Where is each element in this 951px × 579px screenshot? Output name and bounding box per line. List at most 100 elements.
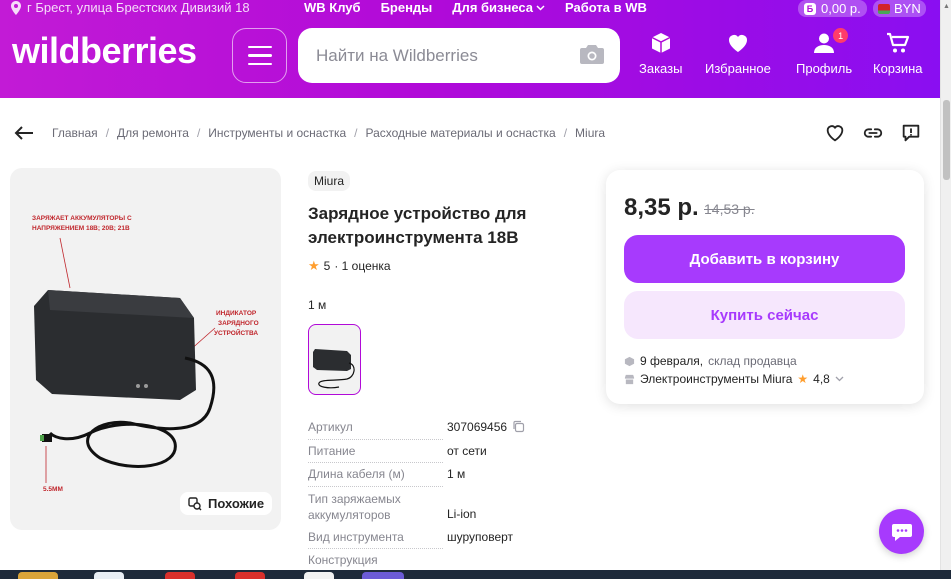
rating-value: 5	[323, 259, 331, 273]
image-caption-voltage: ЗАРЯЖАЕТ АККУМУЛЯТОРЫ С НАПРЯЖЕНИЕМ 18В;…	[32, 215, 133, 232]
chat-button[interactable]	[879, 509, 924, 554]
nav-favorites[interactable]: Избранное	[705, 31, 771, 76]
spec-dots	[308, 439, 443, 440]
variant-thumbnail-image	[313, 349, 355, 389]
spec-key: Питание	[308, 444, 447, 467]
similar-search-icon	[188, 496, 202, 510]
menu-line	[247, 62, 272, 66]
report-icon[interactable]	[900, 122, 922, 144]
nav-orders[interactable]: Заказы	[639, 31, 682, 76]
share-link-icon[interactable]	[862, 122, 884, 144]
spec-value: Li-ion	[447, 507, 477, 521]
brands-link[interactable]: Бренды	[381, 0, 433, 15]
work-link[interactable]: Работа в WB	[565, 0, 647, 15]
breadcrumb-item[interactable]: Для ремонта	[117, 126, 189, 140]
spec-row: Вид инструмента шуруповерт	[308, 530, 568, 553]
nav-cart[interactable]: Корзина	[873, 31, 923, 76]
store-icon	[624, 374, 635, 384]
seller-rating: 4,8	[813, 372, 830, 386]
taskbar-app-icon[interactable]	[304, 572, 334, 579]
taskbar-app-icon[interactable]	[235, 572, 265, 579]
delivery-info: 9 февраля, склад продавца	[624, 354, 797, 368]
scrollbar-thumb[interactable]	[943, 100, 950, 180]
location-text: г Брест, улица Брестских Дивизий 18	[27, 0, 250, 15]
copy-icon[interactable]	[512, 420, 525, 433]
brand-badge[interactable]: Miura	[308, 171, 351, 191]
delivery-source: склад продавца	[708, 354, 797, 368]
menu-button[interactable]	[232, 28, 287, 83]
wallet-balance[interactable]: Б 0,00 р.	[798, 0, 867, 17]
variant-label: 1 м	[308, 298, 327, 312]
nav-profile[interactable]: 1 Профиль	[796, 28, 853, 76]
breadcrumb-item[interactable]: Miura	[575, 126, 605, 140]
spec-row: Артикул 307069456	[308, 420, 568, 444]
breadcrumb-separator: /	[563, 126, 568, 140]
delivery-date: 9 февраля,	[640, 354, 704, 368]
taskbar-app-icon[interactable]	[18, 572, 58, 579]
menu-line	[247, 45, 272, 49]
search-input[interactable]	[316, 45, 566, 66]
image-caption-indicator: ИНДИКАТОР ЗАРЯДНОГО УСТРОЙСТВА	[214, 310, 260, 337]
old-price: 14,53 р.	[704, 201, 755, 217]
back-arrow-icon[interactable]	[14, 126, 34, 140]
camera-search-icon[interactable]	[580, 44, 604, 64]
product-gallery[interactable]: ЗАРЯЖАЕТ АККУМУЛЯТОРЫ С НАПРЯЖЕНИЕМ 18В;…	[10, 168, 281, 530]
delivery-box-icon	[624, 356, 635, 366]
spec-value: шуруповерт	[447, 530, 514, 544]
spec-value: 307069456	[447, 420, 525, 444]
scroll-up-arrow-icon[interactable]: ▲	[943, 3, 950, 10]
wallet-icon: Б	[804, 2, 816, 15]
business-link-label: Для бизнеса	[452, 0, 534, 15]
wallet-amount: 0,00 р.	[821, 1, 861, 16]
variant-thumbnail[interactable]	[308, 324, 361, 395]
nav-cart-label: Корзина	[873, 61, 923, 76]
similar-button[interactable]: Похожие	[180, 492, 273, 515]
business-link[interactable]: Для бизнеса	[452, 0, 545, 15]
breadcrumb-separator: /	[105, 126, 110, 140]
taskbar-app-icon[interactable]	[94, 572, 124, 579]
belarus-flag-icon	[878, 3, 890, 14]
spec-value: 1 м	[447, 467, 466, 481]
breadcrumb-item[interactable]: Инструменты и оснастка	[208, 126, 346, 140]
chat-icon	[891, 523, 912, 541]
star-icon: ★	[308, 258, 320, 273]
chevron-down-icon	[835, 376, 844, 382]
reviews-count: · 1 оценка	[334, 259, 391, 273]
spec-row: Длина кабеля (м) 1 м	[308, 467, 568, 491]
star-icon: ★	[797, 372, 809, 386]
product-image: ЗАРЯЖАЕТ АККУМУЛЯТОРЫ С НАПРЯЖЕНИЕМ 18В;…	[32, 215, 260, 493]
site-header: г Брест, улица Брестских Дивизий 18 WB К…	[0, 0, 940, 98]
add-to-cart-button[interactable]: Добавить в корзину	[624, 235, 905, 283]
spec-dots	[308, 548, 443, 549]
box-icon	[651, 33, 671, 53]
article-number: 307069456	[447, 420, 508, 434]
wildberries-logo[interactable]: wildberries	[12, 30, 197, 72]
breadcrumb-item[interactable]: Расходные материалы и оснастка	[365, 126, 555, 140]
image-caption-size: 5.5ММ	[43, 486, 63, 493]
taskbar-app-icon[interactable]	[362, 572, 404, 579]
breadcrumb-separator: /	[354, 126, 358, 140]
wb-club-link[interactable]: WB Клуб	[304, 0, 361, 15]
currency-selector[interactable]: BYN	[873, 0, 926, 17]
buy-now-button[interactable]: Купить сейчас	[624, 291, 905, 339]
breadcrumb-item[interactable]: Главная	[52, 126, 98, 140]
nav-favorites-label: Избранное	[705, 61, 771, 76]
spec-dots	[308, 486, 443, 487]
heart-icon	[728, 35, 747, 52]
current-price: 8,35 р.	[624, 194, 699, 221]
favorite-heart-icon[interactable]	[824, 122, 846, 144]
similar-label: Похожие	[208, 496, 265, 511]
spec-dots	[308, 462, 443, 463]
nav-profile-label: Профиль	[796, 61, 853, 76]
spec-row: Питание от сети	[308, 444, 568, 467]
spec-row: Конструкция	[308, 553, 568, 569]
product-rating[interactable]: ★ 5 · 1 оценка	[308, 258, 391, 274]
seller-name: Электроинструменты Miura	[640, 372, 793, 386]
top-links: WB Клуб Бренды Для бизнеса Работа в WB	[304, 0, 647, 15]
location-link[interactable]: г Брест, улица Брестских Дивизий 18	[10, 0, 250, 15]
vertical-scrollbar[interactable]: ▲	[940, 0, 951, 579]
breadcrumb: Главная / Для ремонта / Инструменты и ос…	[14, 126, 605, 140]
spec-key: Конструкция	[308, 553, 447, 569]
taskbar-app-icon[interactable]	[165, 572, 195, 579]
seller-info[interactable]: Электроинструменты Miura ★ 4,8	[624, 372, 844, 386]
